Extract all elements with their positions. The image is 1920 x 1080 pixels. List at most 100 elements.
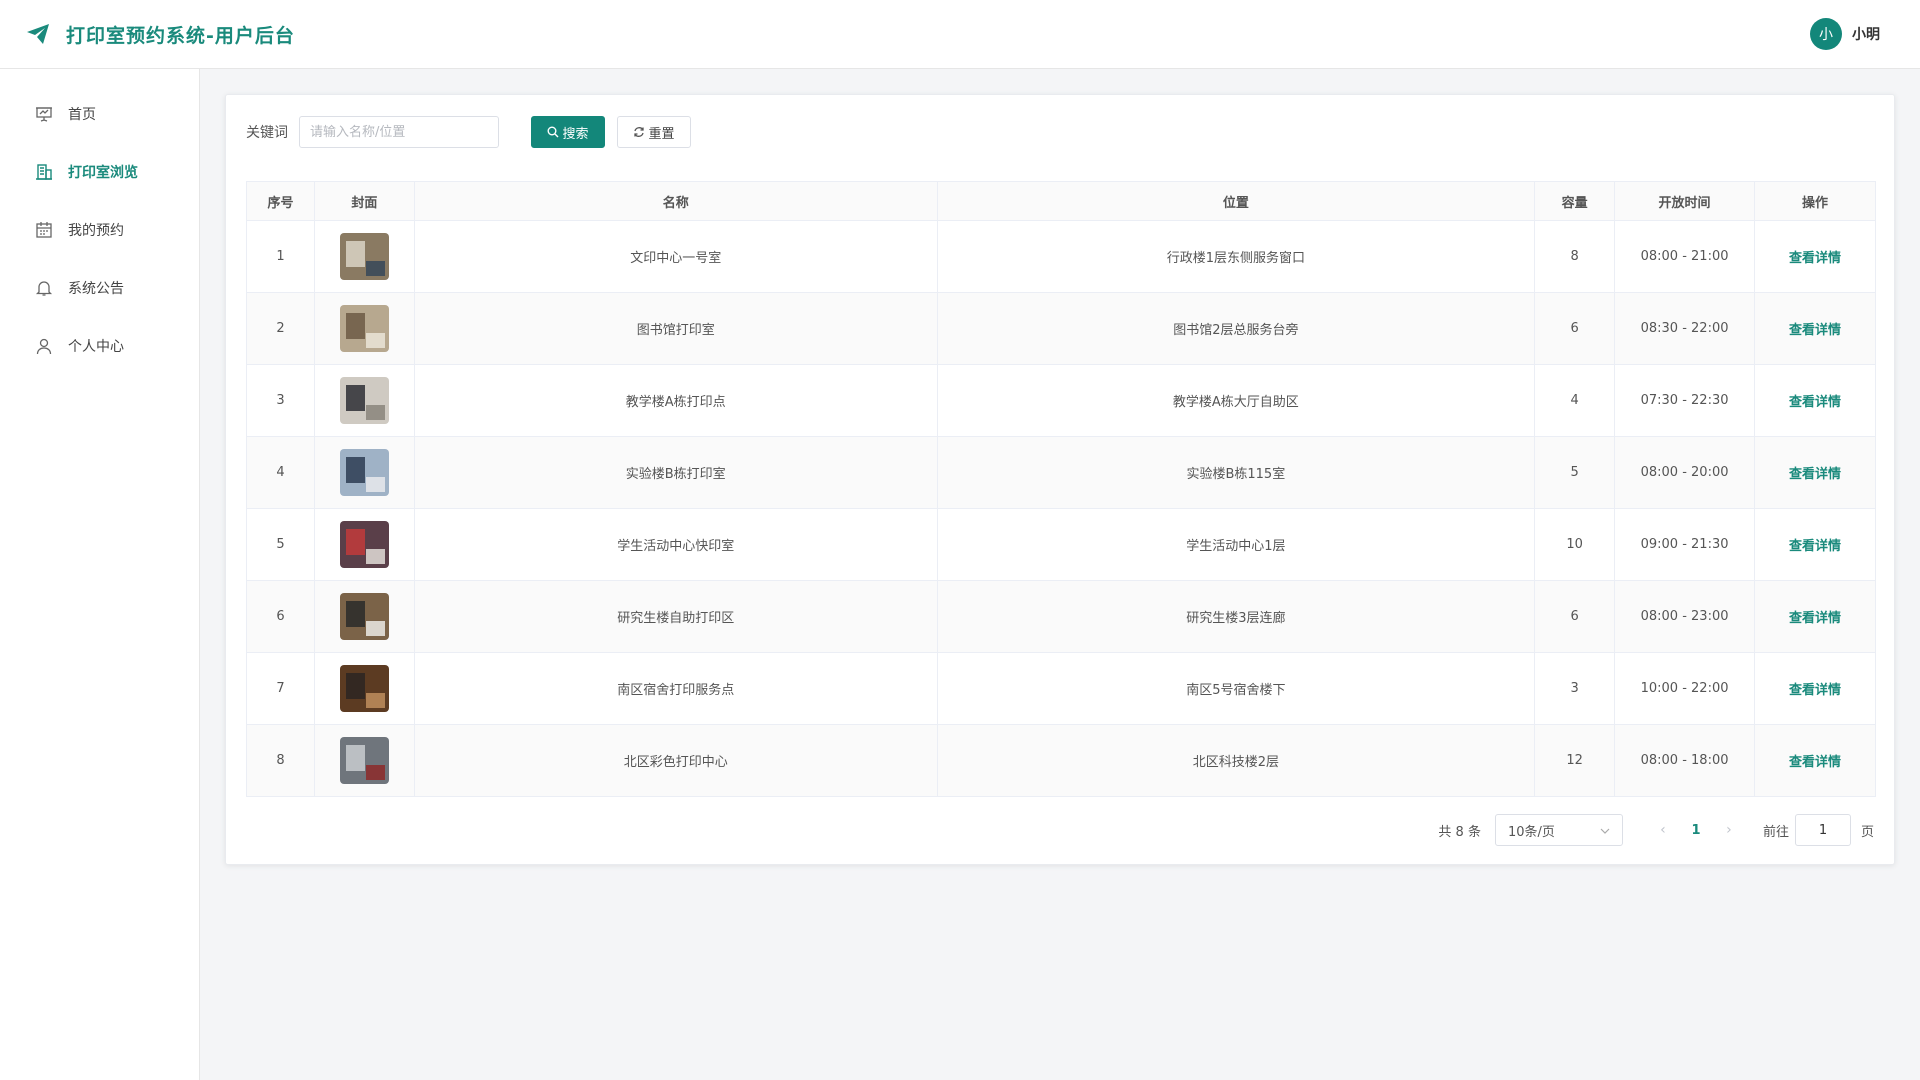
cover-shape	[345, 601, 366, 628]
cover-shape	[345, 385, 366, 412]
table-row: 8 北区彩色打印中心 北区科技楼2层 12 08:00 - 18:00 查看详情	[246, 724, 1876, 797]
row-name: 文印中心一号室	[413, 220, 938, 293]
pagination: 共 8 条 10条/页 ‹ 1 › 前往 页	[1438, 814, 1874, 846]
row-hours: 08:30 - 22:00	[1614, 292, 1756, 365]
row-cover	[313, 724, 415, 797]
table-header-row: 序号 封面 名称 位置 容量 开放时间 操作	[246, 181, 1876, 221]
row-capacity: 10	[1534, 508, 1616, 581]
page-suffix: 页	[1860, 824, 1874, 840]
refresh-icon	[633, 126, 645, 138]
goto-label: 前往	[1762, 824, 1789, 840]
row-name: 南区宿舍打印服务点	[413, 652, 938, 725]
row-action: 查看详情	[1754, 580, 1876, 653]
table-row: 1 文印中心一号室 行政楼1层东侧服务窗口 8 08:00 - 21:00 查看详情	[246, 220, 1876, 293]
table-row: 4 实验楼B栋打印室 实验楼B栋115室 5 08:00 - 20:00 查看详情	[246, 436, 1876, 509]
user-icon	[34, 336, 54, 356]
row-name: 北区彩色打印中心	[413, 724, 938, 797]
next-page-button[interactable]: ›	[1715, 822, 1743, 838]
view-details-link[interactable]: 查看详情	[1789, 683, 1841, 698]
sidebar-item-label: 个人中心	[68, 339, 124, 355]
view-details-link[interactable]: 查看详情	[1789, 323, 1841, 338]
reset-button[interactable]: 重置	[617, 116, 691, 148]
col-header-name: 名称	[413, 181, 938, 221]
row-capacity: 5	[1534, 436, 1616, 509]
cover-image	[339, 449, 389, 496]
row-hours: 09:00 - 21:30	[1614, 508, 1756, 581]
cover-shape	[366, 621, 386, 637]
sidebar-item-my-reservations[interactable]: 我的预约	[0, 201, 199, 259]
row-location: 研究生楼3层连廊	[936, 580, 1536, 653]
view-details-link[interactable]: 查看详情	[1789, 467, 1841, 482]
sidebar: 首页 打印室浏览 我的预约 系统公告 个人中心	[0, 69, 200, 1080]
row-location: 教学楼A栋大厅自助区	[936, 364, 1536, 437]
row-hours: 10:00 - 22:00	[1614, 652, 1756, 725]
row-hours: 08:00 - 23:00	[1614, 580, 1756, 653]
user-menu[interactable]: 小 小明	[1810, 18, 1880, 50]
keyword-label: 关键词	[246, 125, 288, 141]
row-cover	[313, 220, 415, 293]
search-bar: 关键词 搜索 重置	[246, 116, 691, 148]
table-row: 5 学生活动中心快印室 学生活动中心1层 10 09:00 - 21:30 查看详情	[246, 508, 1876, 581]
view-details-link[interactable]: 查看详情	[1789, 251, 1841, 266]
cover-image	[339, 233, 389, 280]
row-action: 查看详情	[1754, 292, 1876, 365]
col-header-index: 序号	[246, 181, 315, 221]
cover-shape	[366, 549, 386, 565]
cover-image	[339, 377, 389, 424]
bell-icon	[34, 278, 54, 298]
sidebar-item-printroom-browse[interactable]: 打印室浏览	[0, 143, 199, 201]
row-index: 4	[246, 436, 315, 509]
cover-image	[339, 521, 389, 568]
sidebar-item-home[interactable]: 首页	[0, 85, 199, 143]
row-index: 7	[246, 652, 315, 725]
view-details-link[interactable]: 查看详情	[1789, 611, 1841, 626]
row-name: 研究生楼自助打印区	[413, 580, 938, 653]
row-hours: 07:30 - 22:30	[1614, 364, 1756, 437]
row-index: 8	[246, 724, 315, 797]
cover-image	[339, 305, 389, 352]
top-header: 打印室预约系统-用户后台 小 小明	[0, 0, 1920, 69]
sidebar-item-profile[interactable]: 个人中心	[0, 317, 199, 375]
view-details-link[interactable]: 查看详情	[1789, 755, 1841, 770]
avatar[interactable]: 小	[1810, 18, 1842, 50]
cover-shape	[366, 477, 386, 493]
app-title: 打印室预约系统-用户后台	[66, 24, 295, 47]
sidebar-item-label: 系统公告	[68, 281, 124, 297]
row-hours: 08:00 - 21:00	[1614, 220, 1756, 293]
row-action: 查看详情	[1754, 724, 1876, 797]
row-action: 查看详情	[1754, 364, 1876, 437]
row-cover	[313, 580, 415, 653]
keyword-input[interactable]	[299, 116, 499, 148]
row-location: 北区科技楼2层	[936, 724, 1536, 797]
search-button[interactable]: 搜索	[531, 116, 605, 148]
cover-shape	[366, 693, 386, 709]
user-name[interactable]: 小明	[1852, 24, 1880, 44]
row-capacity: 12	[1534, 724, 1616, 797]
cover-shape	[345, 457, 366, 484]
table-row: 7 南区宿舍打印服务点 南区5号宿舍楼下 3 10:00 - 22:00 查看详情	[246, 652, 1876, 725]
row-index: 6	[246, 580, 315, 653]
page-number-current[interactable]: 1	[1677, 823, 1715, 838]
row-capacity: 8	[1534, 220, 1616, 293]
view-details-link[interactable]: 查看详情	[1789, 539, 1841, 554]
cover-shape	[345, 241, 366, 268]
goto-page-input[interactable]	[1794, 814, 1851, 846]
prev-page-button[interactable]: ‹	[1649, 822, 1677, 838]
table-row: 6 研究生楼自助打印区 研究生楼3层连廊 6 08:00 - 23:00 查看详情	[246, 580, 1876, 653]
view-details-link[interactable]: 查看详情	[1789, 395, 1841, 410]
sidebar-item-label: 我的预约	[68, 223, 124, 239]
page-size-value: 10条/页	[1507, 824, 1555, 840]
sidebar-item-label: 首页	[68, 107, 96, 123]
cover-shape	[345, 745, 366, 772]
reset-button-label: 重置	[648, 126, 675, 142]
building-icon	[34, 162, 54, 182]
cover-shape	[366, 765, 386, 781]
row-cover	[313, 652, 415, 725]
printroom-list-card: 关键词 搜索 重置 序号 封面 名称 位置 容量 开	[225, 94, 1895, 865]
row-capacity: 3	[1534, 652, 1616, 725]
table-row: 3 教学楼A栋打印点 教学楼A栋大厅自助区 4 07:30 - 22:30 查看详情	[246, 364, 1876, 437]
sidebar-item-announcements[interactable]: 系统公告	[0, 259, 199, 317]
cover-shape	[366, 405, 386, 421]
page-size-select[interactable]: 10条/页	[1494, 814, 1623, 846]
row-location: 学生活动中心1层	[936, 508, 1536, 581]
